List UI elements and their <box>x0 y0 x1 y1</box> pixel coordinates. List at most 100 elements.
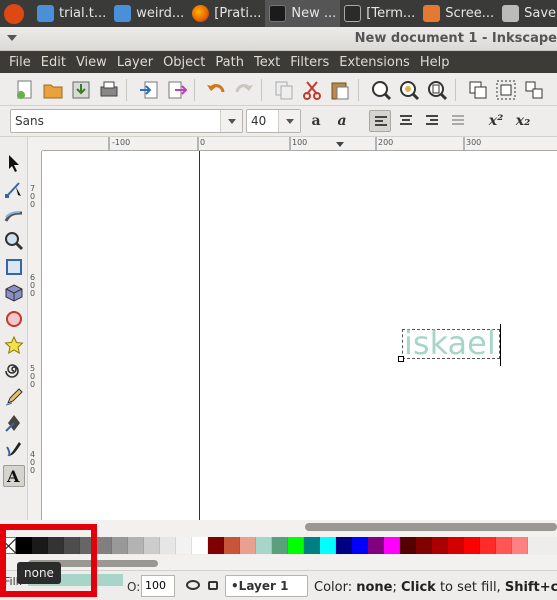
color-swatch[interactable] <box>384 537 400 554</box>
color-swatch[interactable] <box>192 537 208 554</box>
print-icon[interactable] <box>98 79 120 101</box>
ellipse-tool-icon[interactable] <box>4 309 24 329</box>
menu-edit[interactable]: Edit <box>36 55 71 70</box>
zoom-page-icon[interactable] <box>426 79 448 101</box>
color-swatch[interactable] <box>112 537 128 554</box>
taskbar-item-save[interactable]: Save ... <box>498 0 557 27</box>
open-icon[interactable] <box>42 79 64 101</box>
color-swatch[interactable] <box>496 537 512 554</box>
layer-selector[interactable]: •Layer 1 <box>225 575 308 597</box>
selector-tool-icon[interactable] <box>4 153 24 173</box>
color-swatch[interactable] <box>128 537 144 554</box>
color-swatch[interactable] <box>272 537 288 554</box>
new-document-icon[interactable] <box>14 79 36 101</box>
copy-icon[interactable] <box>273 79 295 101</box>
color-swatch[interactable] <box>288 537 304 554</box>
drawing-canvas[interactable]: iskael <box>42 151 557 520</box>
menu-filters[interactable]: Filters <box>285 55 334 70</box>
import-icon[interactable] <box>138 79 160 101</box>
color-swatch[interactable] <box>448 537 464 554</box>
3d-box-tool-icon[interactable] <box>4 283 24 303</box>
color-swatch[interactable] <box>240 537 256 554</box>
eye-icon[interactable] <box>186 580 200 590</box>
align-justify-button[interactable] <box>447 110 469 132</box>
taskbar-item-firefox[interactable]: [Prati... <box>188 0 265 27</box>
align-center-button[interactable] <box>395 110 417 132</box>
taskbar-item-weird[interactable]: weird... <box>110 0 188 27</box>
font-style-icon[interactable]: a <box>305 110 327 132</box>
menu-file[interactable]: File <box>4 55 36 70</box>
align-right-button[interactable] <box>421 110 443 132</box>
taskbar-item-screenshots[interactable]: Scree... <box>419 0 498 27</box>
color-swatch[interactable] <box>224 537 240 554</box>
canvas-horizontal-scrollbar[interactable] <box>305 523 557 531</box>
color-swatch[interactable] <box>176 537 192 554</box>
text-tool-button[interactable]: A <box>3 465 25 487</box>
color-swatch[interactable] <box>256 537 272 554</box>
vertical-ruler[interactable]: 700 600 500 400 <box>28 151 42 520</box>
ungroup-icon[interactable] <box>523 79 545 101</box>
chevron-down-icon[interactable] <box>278 110 300 132</box>
color-swatch[interactable] <box>304 537 320 554</box>
taskbar-item-inkscape[interactable]: New ... <box>265 0 341 27</box>
menu-help[interactable]: Help <box>415 55 455 70</box>
pencil-tool-icon[interactable] <box>4 387 24 407</box>
zoom-tool-icon[interactable] <box>4 231 24 251</box>
color-swatch[interactable] <box>336 537 352 554</box>
menu-object[interactable]: Object <box>158 55 210 70</box>
star-tool-icon[interactable] <box>4 335 24 355</box>
node-tool-icon[interactable] <box>4 179 24 199</box>
cut-icon[interactable] <box>301 79 323 101</box>
duplicate-icon[interactable] <box>467 79 489 101</box>
font-size-combo[interactable]: 40 <box>246 109 301 133</box>
color-swatch[interactable] <box>464 537 480 554</box>
superscript-button[interactable]: x² <box>485 110 507 132</box>
color-swatch[interactable] <box>160 537 176 554</box>
font-family-combo[interactable]: Sans <box>10 109 243 133</box>
spiral-tool-icon[interactable] <box>4 361 24 381</box>
color-swatch[interactable] <box>320 537 336 554</box>
pen-tool-icon[interactable] <box>4 413 24 433</box>
color-swatch[interactable] <box>432 537 448 554</box>
color-swatch[interactable] <box>368 537 384 554</box>
menu-layer[interactable]: Layer <box>112 55 158 70</box>
calligraphy-tool-icon[interactable] <box>4 439 24 459</box>
tweak-tool-icon[interactable] <box>4 205 24 225</box>
taskbar-item-trial[interactable]: trial.t... <box>33 0 110 27</box>
zoom-drawing-icon[interactable] <box>398 79 420 101</box>
undo-icon[interactable] <box>205 79 227 101</box>
color-swatch[interactable] <box>416 537 432 554</box>
menu-extensions[interactable]: Extensions <box>334 55 415 70</box>
zoom-selection-icon[interactable] <box>370 79 392 101</box>
color-swatch[interactable] <box>512 537 528 554</box>
app-icon <box>37 5 54 22</box>
export-icon[interactable] <box>166 79 188 101</box>
color-swatch[interactable] <box>480 537 496 554</box>
align-right-icon <box>426 115 438 127</box>
redo-icon[interactable] <box>233 79 255 101</box>
save-icon[interactable] <box>70 79 92 101</box>
color-swatch[interactable] <box>352 537 368 554</box>
taskbar-item-terminal[interactable]: [Term... <box>340 0 419 27</box>
taskbar-ubuntu-logo[interactable] <box>0 0 33 27</box>
text-baseline-handle[interactable] <box>398 356 404 362</box>
color-swatch[interactable] <box>144 537 160 554</box>
horizontal-ruler[interactable]: -100 0 100 200 300 <box>42 137 557 151</box>
font-style-italic-icon[interactable]: a <box>331 110 353 132</box>
opacity-spinbox[interactable]: 100 <box>141 575 175 597</box>
menu-path[interactable]: Path <box>210 55 249 70</box>
text-object[interactable]: iskael <box>402 324 500 362</box>
group-icon[interactable] <box>495 79 517 101</box>
color-swatch[interactable] <box>400 537 416 554</box>
paste-icon[interactable] <box>329 79 351 101</box>
color-swatch[interactable] <box>208 537 224 554</box>
subscript-button[interactable]: x₂ <box>512 110 534 132</box>
menu-view[interactable]: View <box>71 55 112 70</box>
lock-icon[interactable] <box>208 581 218 590</box>
menu-text[interactable]: Text <box>249 55 285 70</box>
rectangle-tool-icon[interactable] <box>4 257 24 277</box>
chevron-down-icon[interactable] <box>220 110 242 132</box>
align-left-button[interactable] <box>369 110 391 132</box>
window-menu-icon[interactable] <box>7 35 17 41</box>
color-swatch[interactable] <box>96 537 112 554</box>
